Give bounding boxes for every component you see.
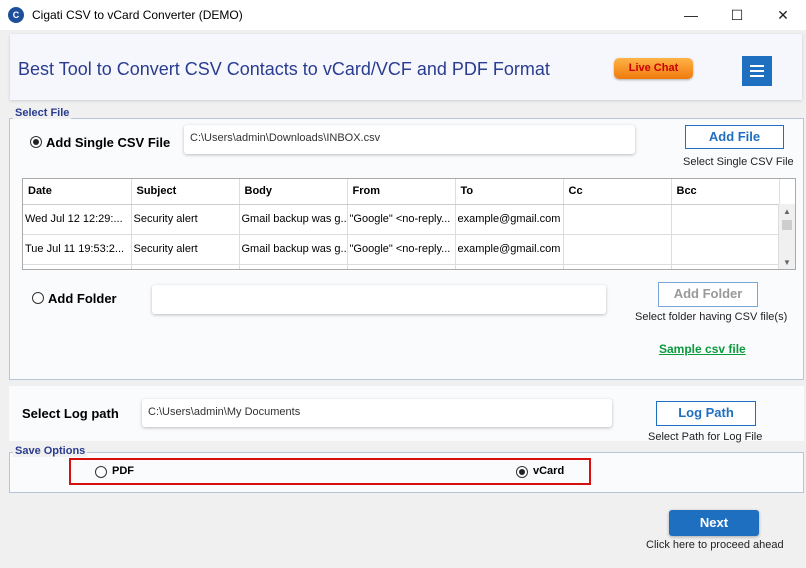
next-caption: Click here to proceed ahead <box>646 539 784 551</box>
maximize-button[interactable]: ☐ <box>714 0 760 30</box>
save-options-highlight <box>69 458 591 485</box>
column-header-body[interactable]: Body <box>239 179 348 205</box>
log-path-input[interactable]: C:\Users\admin\My Documents <box>142 399 612 427</box>
cell-subject: Security alert <box>131 234 240 265</box>
app-logo-icon: C <box>8 7 24 23</box>
column-header-to[interactable]: To <box>455 179 564 205</box>
minimize-button[interactable]: — <box>668 0 714 30</box>
vcard-label: vCard <box>533 465 565 477</box>
cell-bcc <box>671 204 780 235</box>
add-file-caption: Select Single CSV File <box>683 156 794 168</box>
cell-body: Gmail backup was g... <box>239 204 348 235</box>
table-header-row: Date Subject Body From To Cc Bcc <box>23 179 780 205</box>
cell-date: Wed Jul 12 12:29:... <box>23 204 132 235</box>
column-header-date[interactable]: Date <box>23 179 132 205</box>
single-csv-radio[interactable] <box>30 136 42 148</box>
cell-to: example@gmail.com <box>455 204 564 235</box>
add-folder-caption: Select folder having CSV file(s) <box>635 311 788 323</box>
cell-cc <box>563 204 672 235</box>
scroll-thumb[interactable] <box>782 220 792 230</box>
cell-cc <box>563 234 672 265</box>
cell-from: "Google" <no-reply... <box>347 234 456 265</box>
sample-csv-link[interactable]: Sample csv file <box>659 342 746 356</box>
log-path-button[interactable]: Log Path <box>656 401 756 426</box>
scroll-down-icon[interactable]: ▼ <box>783 258 791 267</box>
cell-subject: Security alert <box>131 204 240 235</box>
cell-to: example@gmail.com <box>455 234 564 265</box>
scroll-up-icon[interactable]: ▲ <box>783 207 791 216</box>
add-folder-radio[interactable] <box>32 292 44 304</box>
single-csv-label: Add Single CSV File <box>46 135 171 150</box>
cell-date: Tue Jul 11 19:53:2... <box>23 234 132 265</box>
add-folder-label: Add Folder <box>48 291 117 306</box>
pdf-radio[interactable] <box>95 466 107 478</box>
column-header-bcc[interactable]: Bcc <box>671 179 780 205</box>
page-title: Best Tool to Convert CSV Contacts to vCa… <box>18 59 550 79</box>
window-title: Cigati CSV to vCard Converter (DEMO) <box>32 8 243 22</box>
single-csv-path-input[interactable]: C:\Users\admin\Downloads\INBOX.csv <box>184 125 635 154</box>
cell-from: "Google" <no-reply... <box>347 204 456 235</box>
select-file-legend: Select File <box>13 107 72 119</box>
add-folder-button[interactable]: Add Folder <box>658 282 758 307</box>
csv-preview-table: Date Subject Body From To Cc Bcc Wed Jul… <box>22 178 796 270</box>
hamburger-icon <box>750 65 764 67</box>
table-row[interactable] <box>23 264 780 269</box>
column-header-cc[interactable]: Cc <box>563 179 672 205</box>
log-path-caption: Select Path for Log File <box>648 431 763 443</box>
cell-body: Gmail backup was g... <box>239 234 348 265</box>
column-header-from[interactable]: From <box>347 179 456 205</box>
close-button[interactable]: ✕ <box>760 0 806 30</box>
save-options-legend: Save Options <box>13 445 88 457</box>
next-button[interactable]: Next <box>669 510 759 536</box>
log-path-label: Select Log path <box>22 406 119 421</box>
table-row[interactable]: Wed Jul 12 12:29:... Security alert Gmai… <box>23 204 780 235</box>
table-row[interactable]: Tue Jul 11 19:53:2... Security alert Gma… <box>23 234 780 265</box>
vcard-radio[interactable] <box>516 466 528 478</box>
cell-bcc <box>671 234 780 265</box>
add-folder-path-input[interactable] <box>152 285 606 314</box>
table-scrollbar[interactable]: ▲ ▼ <box>778 204 795 269</box>
hamburger-menu-button[interactable] <box>742 56 772 86</box>
header-banner: Best Tool to Convert CSV Contacts to vCa… <box>10 34 802 100</box>
column-header-subject[interactable]: Subject <box>131 179 240 205</box>
add-file-button[interactable]: Add File <box>685 125 784 149</box>
live-chat-button[interactable]: Live Chat <box>614 58 693 79</box>
pdf-label: PDF <box>112 465 134 477</box>
